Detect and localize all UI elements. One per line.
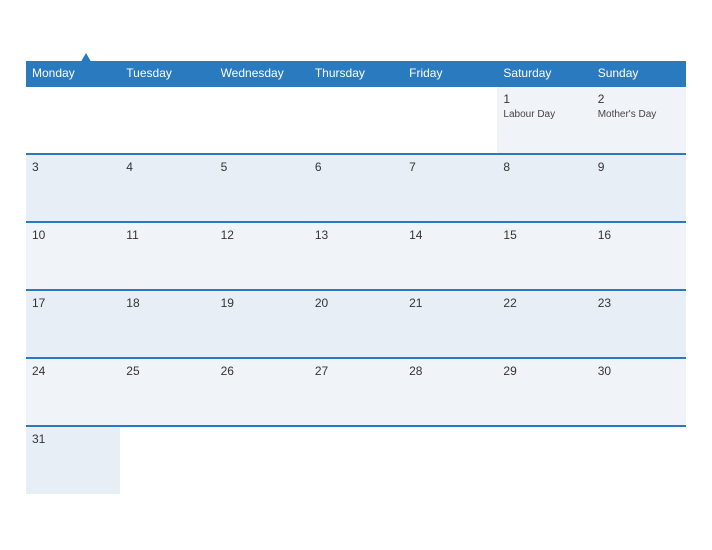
weekday-header: Wednesday bbox=[215, 61, 309, 86]
day-number: 28 bbox=[409, 364, 491, 378]
calendar-day-cell bbox=[403, 86, 497, 154]
calendar-day-cell bbox=[120, 426, 214, 494]
calendar-day-cell: 13 bbox=[309, 222, 403, 290]
calendar-day-cell: 18 bbox=[120, 290, 214, 358]
calendar-day-cell bbox=[403, 426, 497, 494]
day-number: 15 bbox=[503, 228, 585, 242]
calendar-day-cell bbox=[309, 86, 403, 154]
calendar-day-cell bbox=[497, 426, 591, 494]
calendar-week-row: 3456789 bbox=[26, 154, 686, 222]
calendar-day-cell: 22 bbox=[497, 290, 591, 358]
day-number: 6 bbox=[315, 160, 397, 174]
calendar-day-cell: 19 bbox=[215, 290, 309, 358]
calendar-day-cell: 8 bbox=[497, 154, 591, 222]
calendar-day-cell bbox=[26, 86, 120, 154]
calendar-day-cell: 29 bbox=[497, 358, 591, 426]
calendar-day-cell: 28 bbox=[403, 358, 497, 426]
weekday-header-row: MondayTuesdayWednesdayThursdayFridaySatu… bbox=[26, 61, 686, 86]
calendar-day-cell: 14 bbox=[403, 222, 497, 290]
calendar-day-cell: 5 bbox=[215, 154, 309, 222]
calendar-day-cell bbox=[120, 86, 214, 154]
day-number: 17 bbox=[32, 296, 114, 310]
calendar-day-cell: 27 bbox=[309, 358, 403, 426]
day-number: 24 bbox=[32, 364, 114, 378]
calendar-day-cell bbox=[309, 426, 403, 494]
calendar-container: MondayTuesdayWednesdayThursdayFridaySatu… bbox=[11, 41, 701, 509]
calendar-day-cell: 20 bbox=[309, 290, 403, 358]
calendar-week-row: 1 Labour Day 2 Mother's Day bbox=[26, 86, 686, 154]
day-number: 3 bbox=[32, 160, 114, 174]
calendar-day-cell bbox=[592, 426, 686, 494]
day-number: 26 bbox=[221, 364, 303, 378]
calendar-day-cell: 26 bbox=[215, 358, 309, 426]
day-number: 30 bbox=[598, 364, 680, 378]
calendar-week-row: 17 18 19 20 21 22 23 bbox=[26, 290, 686, 358]
calendar-day-cell: 12 bbox=[215, 222, 309, 290]
day-number: 16 bbox=[598, 228, 680, 242]
day-number: 1 bbox=[503, 92, 585, 106]
weekday-header: Monday bbox=[26, 61, 120, 86]
day-number: 27 bbox=[315, 364, 397, 378]
day-number: 21 bbox=[409, 296, 491, 310]
day-number: 7 bbox=[409, 160, 491, 174]
calendar-week-row: 24 25 26 27 28 29 30 bbox=[26, 358, 686, 426]
calendar-week-row: 10 11 12 13 14 15 16 bbox=[26, 222, 686, 290]
day-number: 10 bbox=[32, 228, 114, 242]
logo-triangle-icon bbox=[79, 53, 93, 65]
weekday-header: Tuesday bbox=[120, 61, 214, 86]
day-number: 9 bbox=[598, 160, 680, 174]
day-number: 18 bbox=[126, 296, 208, 310]
calendar-day-cell bbox=[215, 426, 309, 494]
day-number: 8 bbox=[503, 160, 585, 174]
calendar-day-cell: 7 bbox=[403, 154, 497, 222]
calendar-day-cell: 16 bbox=[592, 222, 686, 290]
day-number: 20 bbox=[315, 296, 397, 310]
day-number: 2 bbox=[598, 92, 680, 106]
calendar-day-cell: 4 bbox=[120, 154, 214, 222]
day-number: 4 bbox=[126, 160, 208, 174]
calendar-table: MondayTuesdayWednesdayThursdayFridaySatu… bbox=[26, 61, 686, 494]
calendar-day-cell: 11 bbox=[120, 222, 214, 290]
day-number: 14 bbox=[409, 228, 491, 242]
day-event-label: Labour Day bbox=[503, 108, 585, 121]
calendar-day-cell: 17 bbox=[26, 290, 120, 358]
calendar-day-cell: 6 bbox=[309, 154, 403, 222]
calendar-day-cell: 10 bbox=[26, 222, 120, 290]
weekday-header: Friday bbox=[403, 61, 497, 86]
weekday-header: Sunday bbox=[592, 61, 686, 86]
day-number: 29 bbox=[503, 364, 585, 378]
calendar-day-cell: 24 bbox=[26, 358, 120, 426]
day-number: 22 bbox=[503, 296, 585, 310]
calendar-day-cell: 23 bbox=[592, 290, 686, 358]
weekday-header: Thursday bbox=[309, 61, 403, 86]
calendar-day-cell: 3 bbox=[26, 154, 120, 222]
calendar-day-cell bbox=[215, 86, 309, 154]
day-number: 23 bbox=[598, 296, 680, 310]
day-event-label: Mother's Day bbox=[598, 108, 680, 121]
calendar-day-cell: 2 Mother's Day bbox=[592, 86, 686, 154]
day-number: 12 bbox=[221, 228, 303, 242]
calendar-week-row: 31 bbox=[26, 426, 686, 494]
day-number: 19 bbox=[221, 296, 303, 310]
calendar-day-cell: 21 bbox=[403, 290, 497, 358]
day-number: 11 bbox=[126, 228, 208, 242]
calendar-day-cell: 30 bbox=[592, 358, 686, 426]
day-number: 31 bbox=[32, 432, 114, 446]
calendar-day-cell: 25 bbox=[120, 358, 214, 426]
weekday-header: Saturday bbox=[497, 61, 591, 86]
calendar-day-cell: 9 bbox=[592, 154, 686, 222]
calendar-day-cell: 31 bbox=[26, 426, 120, 494]
day-number: 25 bbox=[126, 364, 208, 378]
calendar-day-cell: 15 bbox=[497, 222, 591, 290]
day-number: 13 bbox=[315, 228, 397, 242]
calendar-day-cell: 1 Labour Day bbox=[497, 86, 591, 154]
day-number: 5 bbox=[221, 160, 303, 174]
